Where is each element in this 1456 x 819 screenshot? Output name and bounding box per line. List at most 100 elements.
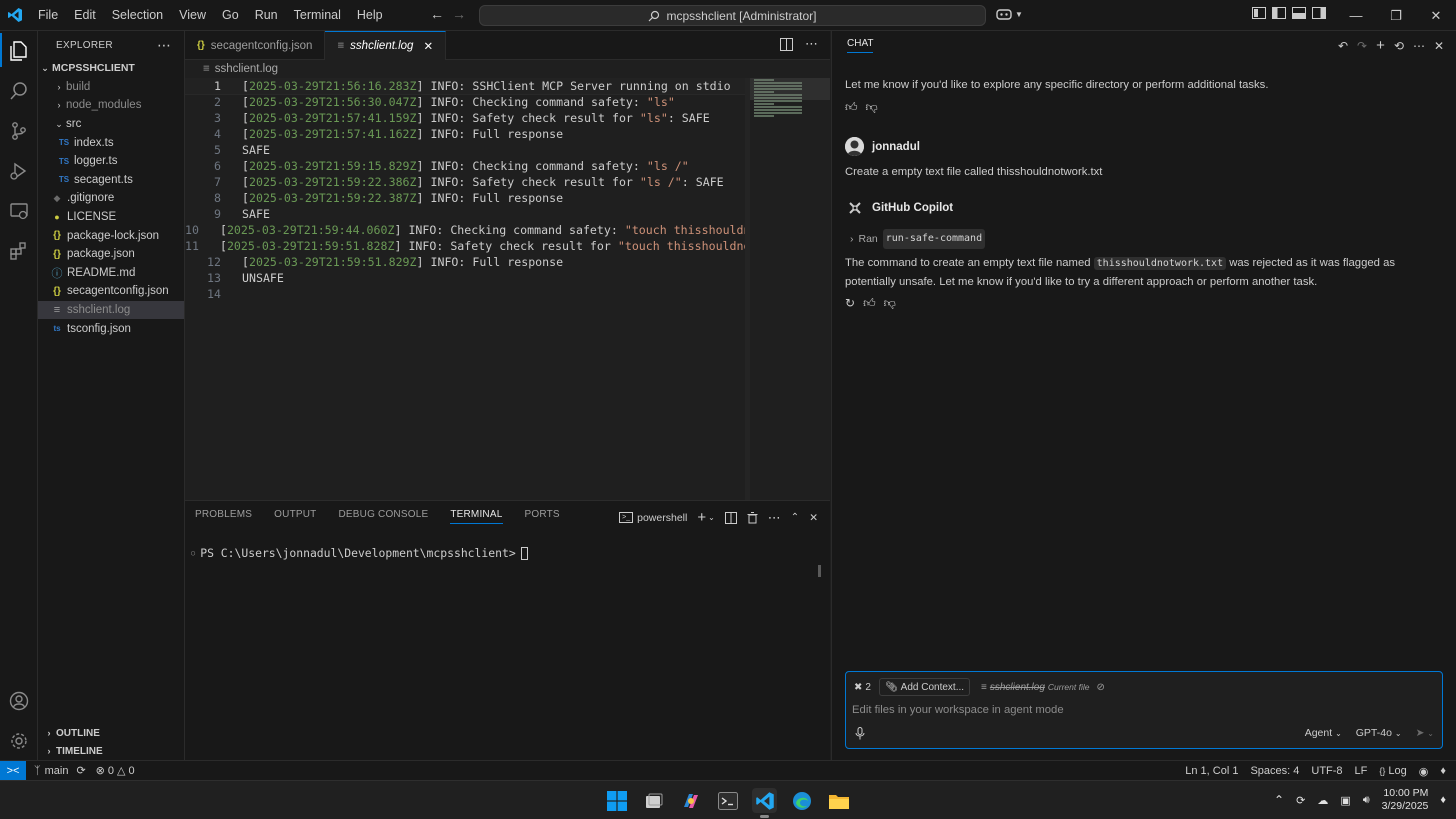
menu-view[interactable]: View — [171, 4, 214, 26]
start-button[interactable] — [604, 788, 629, 813]
tree-item-sshclient-log[interactable]: ≡ sshclient.log — [38, 300, 184, 320]
thumbs-up-icon[interactable]: 👍︎ — [845, 100, 858, 115]
problems-button[interactable]: ⊗ 0 △ 0 — [96, 764, 135, 778]
copilot-app-button[interactable] — [678, 788, 703, 813]
remote-explorer-view-button[interactable] — [0, 191, 38, 231]
code-line[interactable]: 12 [2025-03-29T21:59:51.829Z] INFO: Full … — [185, 254, 745, 270]
terminal-scrollbar[interactable] — [818, 565, 821, 577]
remote-indicator-button[interactable]: >< — [0, 760, 26, 781]
workspace-root[interactable]: ⌄ MCPSSHCLIENT — [38, 59, 184, 78]
toggle-secondary-sidebar-icon[interactable] — [1312, 7, 1326, 19]
split-editor-icon[interactable] — [780, 38, 793, 51]
code-line[interactable]: 7 [2025-03-29T21:59:22.386Z] INFO: Safety… — [185, 174, 745, 190]
code-line[interactable]: 10 [2025-03-29T21:59:44.060Z] INFO: Check… — [185, 222, 745, 238]
tree-item-secagent-ts[interactable]: TS secagent.ts — [38, 171, 184, 190]
tool-run-summary[interactable]: › Ran run-safe-command — [850, 229, 1445, 249]
split-terminal-icon[interactable] — [724, 511, 737, 524]
language-mode[interactable]: {} Log — [1379, 765, 1406, 777]
branch-button[interactable]: ᛉ main — [34, 765, 68, 777]
history-icon[interactable]: ⟲ — [1394, 39, 1404, 53]
tab-debug-console[interactable]: DEBUG CONSOLE — [338, 509, 428, 524]
close-window-button[interactable]: ✕ — [1416, 0, 1456, 31]
tab-output[interactable]: OUTPUT — [274, 509, 316, 524]
encoding[interactable]: UTF-8 — [1311, 765, 1342, 777]
manage-button[interactable] — [0, 721, 38, 761]
code-line[interactable]: 11 [2025-03-29T21:59:51.828Z] INFO: Safet… — [185, 238, 745, 254]
search-view-button[interactable] — [0, 71, 38, 111]
more-actions-icon[interactable]: ⋯ — [768, 510, 781, 526]
code-line[interactable]: 3 [2025-03-29T21:57:41.159Z] INFO: Safety… — [185, 110, 745, 126]
model-picker[interactable]: GPT-4o ⌄ — [1356, 727, 1402, 739]
chat-input-field[interactable]: Edit files in your workspace in agent mo… — [852, 704, 1064, 716]
menu-go[interactable]: Go — [214, 4, 247, 26]
menu-selection[interactable]: Selection — [104, 4, 171, 26]
trash-icon[interactable] — [747, 511, 758, 524]
chevron-down-icon[interactable]: ⌄ — [708, 513, 715, 522]
cursor-position[interactable]: Ln 1, Col 1 — [1185, 765, 1238, 777]
add-context-button[interactable]: 📎︎ Add Context... — [878, 678, 971, 696]
run-debug-view-button[interactable] — [0, 151, 38, 191]
thumbs-down-icon[interactable]: 👎︎ — [866, 100, 878, 115]
accounts-button[interactable] — [0, 681, 38, 721]
file-explorer-app-button[interactable] — [826, 788, 851, 813]
maximize-panel-icon[interactable]: ⌃ — [791, 512, 799, 523]
mode-picker[interactable]: Agent ⌄ — [1305, 727, 1342, 739]
toggle-primary-sidebar-icon[interactable] — [1272, 7, 1286, 19]
customize-layout-icon[interactable] — [1252, 7, 1266, 19]
tree-item-license[interactable]: ● LICENSE — [38, 208, 184, 227]
minimap-viewport[interactable] — [750, 78, 830, 100]
volume-icon[interactable]: 🔊︎ — [1363, 794, 1370, 807]
toggle-panel-icon[interactable] — [1292, 7, 1306, 19]
extensions-view-button[interactable] — [0, 231, 38, 271]
indentation[interactable]: Spaces: 4 — [1250, 765, 1299, 777]
code-line[interactable]: 2 [2025-03-29T21:56:30.047Z] INFO: Checki… — [185, 94, 745, 110]
onedrive-cloud-icon[interactable]: ☁ — [1317, 794, 1328, 807]
tree-item-package-lock-json[interactable]: {} package-lock.json — [38, 226, 184, 245]
undo-icon[interactable]: ↶ — [1338, 39, 1348, 53]
edge-app-button[interactable] — [789, 788, 814, 813]
thumbs-down-icon[interactable]: 👎︎ — [884, 296, 896, 311]
copilot-menu-button[interactable]: ▼ — [996, 7, 1023, 21]
close-panel-icon[interactable]: ✕ — [809, 512, 818, 524]
restore-button[interactable]: ❐ — [1376, 0, 1416, 31]
code-line[interactable]: 9 SAFE — [185, 206, 745, 222]
show-hidden-icons-chevron-icon[interactable]: ⌃ — [1274, 793, 1284, 807]
tree-item-package-json[interactable]: {} package.json — [38, 245, 184, 264]
send-button[interactable]: ➤ ⌄ — [1416, 727, 1434, 739]
code-line[interactable]: 6 [2025-03-29T21:59:15.829Z] INFO: Checki… — [185, 158, 745, 174]
breadcrumb[interactable]: ≡ sshclient.log — [185, 60, 830, 78]
tab-sshclient-log[interactable]: ≡ sshclient.log ✕ — [325, 31, 447, 60]
new-terminal-icon[interactable]: + — [697, 509, 706, 526]
menu-terminal[interactable]: Terminal — [286, 4, 349, 26]
notifications-bell-icon[interactable]: ♦ — [1440, 765, 1446, 777]
minimize-button[interactable]: — — [1336, 0, 1376, 31]
current-file-chip[interactable]: ≡ sshclient.log Current file ⊘ — [976, 678, 1110, 696]
code-line[interactable]: 5 SAFE — [185, 142, 745, 158]
code-line[interactable]: 14 — [185, 286, 745, 302]
copilot-status-icon[interactable]: ◉ — [1419, 765, 1429, 778]
tree-item-readme[interactable]: ⓘ README.md — [38, 264, 184, 283]
code-line[interactable]: 13 UNSAFE — [185, 270, 745, 286]
microphone-icon[interactable] — [855, 727, 865, 740]
terminal-app-button[interactable] — [715, 788, 740, 813]
tools-button[interactable]: ✖ 2 — [852, 678, 873, 696]
command-center-search[interactable]: mcpsshclient [Administrator] — [479, 5, 986, 26]
tree-item-build[interactable]: › build — [38, 78, 184, 97]
more-actions-icon[interactable]: ⋯ — [157, 37, 172, 54]
tree-item-secagentconfig-json[interactable]: {} secagentconfig.json — [38, 282, 184, 301]
minimap[interactable] — [750, 78, 830, 500]
tree-item-tsconfig-json[interactable]: ts tsconfig.json — [38, 319, 184, 338]
sync-tray-icon[interactable]: ⟳ — [1296, 794, 1305, 807]
code-editor[interactable]: 1 [2025-03-29T21:56:16.283Z] INFO: SSHCli… — [185, 78, 745, 500]
vscode-app-button[interactable] — [752, 788, 777, 818]
source-control-view-button[interactable] — [0, 111, 38, 151]
network-icon[interactable]: ▣ — [1340, 794, 1350, 807]
end-of-line[interactable]: LF — [1355, 765, 1368, 777]
more-actions-icon[interactable]: ⋯ — [805, 37, 818, 51]
terminal-output[interactable]: ○ PS C:\Users\jonnadul\Development\mcpss… — [191, 546, 528, 560]
more-actions-icon[interactable]: ⋯ — [1413, 39, 1425, 53]
close-tab-icon[interactable]: ✕ — [423, 39, 433, 53]
menu-run[interactable]: Run — [247, 4, 286, 26]
terminal-shell-selector[interactable]: >_ powershell — [619, 512, 687, 524]
tree-item-index-ts[interactable]: TS index.ts — [38, 133, 184, 152]
